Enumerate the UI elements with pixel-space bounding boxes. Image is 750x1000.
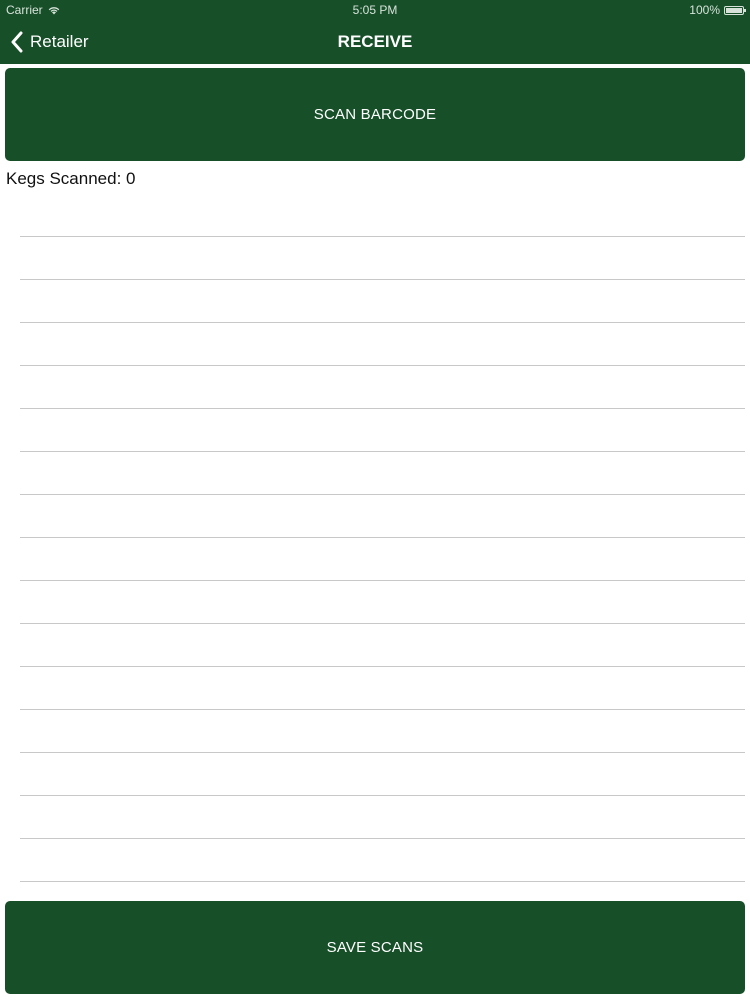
battery-fill	[726, 7, 742, 13]
table-row[interactable]	[20, 237, 745, 280]
battery-tip	[744, 8, 746, 12]
table-row[interactable]	[20, 366, 745, 409]
table-row[interactable]	[20, 710, 745, 753]
table-row[interactable]	[20, 495, 745, 538]
scanned-kegs-list[interactable]	[20, 194, 745, 884]
table-row[interactable]	[20, 538, 745, 581]
receive-screen: Carrier 5:05 PM 100% Retailer RECEIVE SC…	[0, 0, 750, 1000]
table-row[interactable]	[20, 323, 745, 366]
table-row[interactable]	[20, 753, 745, 796]
battery-info: 100%	[689, 3, 746, 17]
table-row[interactable]	[20, 280, 745, 323]
table-row[interactable]	[20, 409, 745, 452]
battery-percent: 100%	[689, 3, 720, 17]
status-bar: Carrier 5:05 PM 100%	[0, 0, 750, 20]
scan-barcode-button[interactable]: SCAN BARCODE	[5, 68, 745, 161]
navigation-bar: Retailer RECEIVE	[0, 20, 750, 64]
table-row[interactable]	[20, 796, 745, 839]
page-title: RECEIVE	[337, 32, 413, 51]
save-scans-button[interactable]: SAVE SCANS	[5, 901, 745, 994]
battery-icon	[724, 5, 746, 15]
table-row[interactable]	[20, 452, 745, 495]
table-row[interactable]	[20, 194, 745, 237]
save-scans-label: SAVE SCANS	[326, 939, 424, 956]
table-row[interactable]	[20, 581, 745, 624]
top-bar: Carrier 5:05 PM 100% Retailer RECEIVE	[0, 0, 750, 64]
table-row[interactable]	[20, 839, 745, 882]
table-row[interactable]	[20, 667, 745, 710]
kegs-scanned-count: Kegs Scanned: 0	[6, 169, 136, 188]
status-time: 5:05 PM	[352, 3, 398, 17]
table-row[interactable]	[20, 624, 745, 667]
scan-barcode-label: SCAN BARCODE	[313, 106, 437, 123]
